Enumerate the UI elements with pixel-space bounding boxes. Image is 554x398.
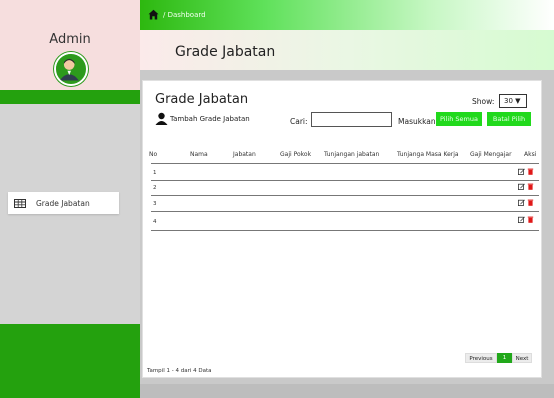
show-label: Show:	[472, 97, 495, 106]
column-header-gaji-pokok[interactable]: Gaji Pokok	[280, 151, 311, 158]
page-1-button[interactable]: 1	[497, 353, 512, 363]
table-row-divider	[151, 195, 539, 196]
table-row-divider	[151, 211, 539, 212]
search-label: Cari:	[290, 117, 308, 126]
table-header-divider	[151, 163, 539, 164]
topbar: / Dashboard	[140, 0, 554, 30]
column-header-tunjangan-masa-kerja[interactable]: Tunjanga Masa Kerja	[397, 151, 459, 158]
edit-icon[interactable]	[518, 183, 525, 190]
delete-icon[interactable]	[527, 168, 534, 175]
table-icon	[14, 198, 26, 208]
table-row-divider	[151, 230, 539, 231]
column-header-tunjangan-jabatan[interactable]: Tunjangan jabatan	[324, 151, 379, 158]
delete-icon[interactable]	[527, 199, 534, 206]
sidebar-divider	[0, 90, 140, 104]
add-grade-label: Tambah Grade Jabatan	[170, 114, 250, 123]
column-header-jabatan[interactable]: Jabatan	[233, 151, 256, 158]
previous-page-button[interactable]: Previous	[465, 353, 497, 363]
table-row-number: 3	[153, 201, 157, 207]
avatar[interactable]	[54, 52, 88, 86]
delete-icon[interactable]	[527, 183, 534, 190]
sidebar-title: Admin	[49, 32, 91, 47]
row-actions	[518, 216, 534, 223]
column-header-no[interactable]: No	[149, 151, 157, 158]
sidebar-footer	[0, 324, 140, 398]
table-info-text: Tampil 1 - 4 dari 4 Data	[147, 368, 212, 374]
edit-icon[interactable]	[518, 216, 525, 223]
masukkan-label: Masukkan:	[398, 117, 439, 126]
card-title: Grade Jabatan	[155, 92, 249, 107]
sidebar-menu: Grade Jabatan	[0, 104, 140, 324]
breadcrumb[interactable]: / Dashboard	[163, 11, 206, 19]
column-header-aksi: Aksi	[524, 151, 537, 158]
content-footer-strip	[140, 384, 554, 398]
user-icon	[155, 112, 168, 125]
select-all-button[interactable]: Pilih Semua	[436, 112, 482, 126]
sidebar-item-label: Grade Jabatan	[36, 198, 90, 208]
column-header-nama[interactable]: Nama	[190, 151, 208, 158]
edit-icon[interactable]	[518, 168, 525, 175]
edit-icon[interactable]	[518, 199, 525, 206]
page-header: Grade Jabatan	[140, 30, 554, 70]
delete-icon[interactable]	[527, 216, 534, 223]
search-input[interactable]	[311, 112, 392, 127]
home-icon[interactable]	[148, 9, 159, 20]
show-entries-select[interactable]: 30 ▼	[499, 94, 527, 108]
row-actions	[518, 183, 534, 190]
table-row-number: 1	[153, 170, 157, 176]
table-row-divider	[151, 180, 539, 181]
deselect-all-button[interactable]: Batal Pilih	[487, 112, 531, 126]
column-header-gaji-mengajar[interactable]: Gaji Mengajar	[470, 151, 512, 158]
next-page-button[interactable]: Next	[512, 353, 532, 363]
sidebar-item-grade-jabatan[interactable]: Grade Jabatan	[8, 192, 119, 214]
row-actions	[518, 199, 534, 206]
add-grade-button[interactable]: Tambah Grade Jabatan	[155, 112, 250, 125]
user-avatar-icon	[56, 54, 83, 81]
page-title: Grade Jabatan	[175, 44, 276, 60]
table-row-number: 4	[153, 219, 157, 225]
row-actions	[518, 168, 534, 175]
table-row-number: 2	[153, 185, 157, 191]
grade-jabatan-card: Grade Jabatan Tambah Grade Jabatan Show:…	[142, 80, 542, 378]
